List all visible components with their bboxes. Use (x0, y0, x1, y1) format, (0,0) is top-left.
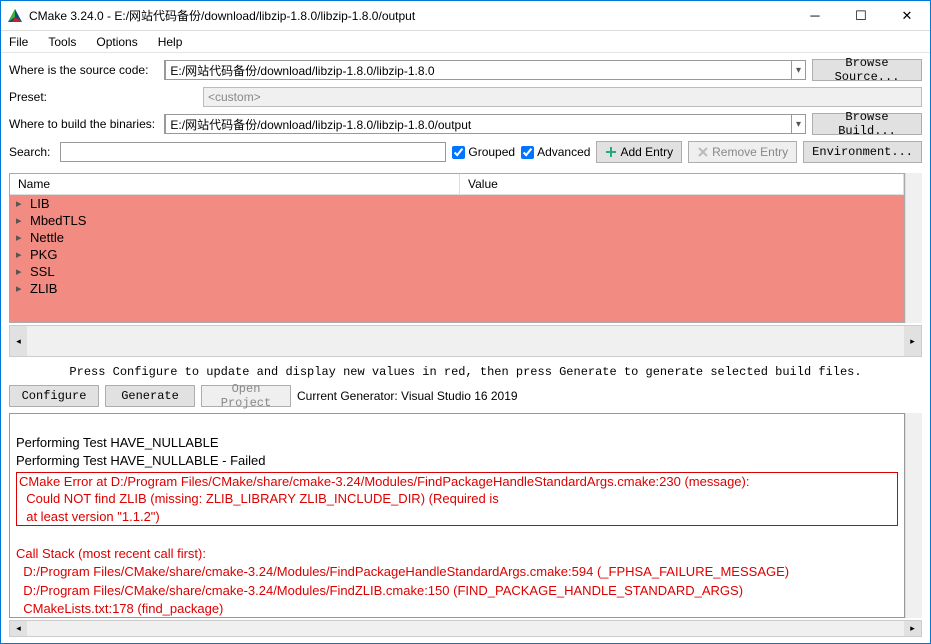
column-name[interactable]: Name (10, 174, 460, 194)
chevron-right-icon[interactable]: ▸ (16, 282, 30, 295)
chevron-right-icon[interactable]: ▸ (16, 265, 30, 278)
chevron-right-icon[interactable]: ▸ (16, 197, 30, 210)
menu-options[interactable]: Options (96, 35, 137, 49)
cache-horizontal-scrollbar[interactable]: ◂ ▸ (9, 325, 922, 357)
add-entry-button[interactable]: Add Entry (596, 141, 682, 163)
output-log[interactable]: Performing Test HAVE_NULLABLE Performing… (9, 413, 905, 618)
titlebar: CMake 3.24.0 - E:/网站代码备份/download/libzip… (1, 1, 930, 31)
output-vertical-scrollbar[interactable] (905, 413, 922, 618)
cache-table[interactable]: Name Value ▸LIB ▸MbedTLS ▸Nettle ▸PKG ▸S… (9, 173, 905, 323)
cmake-app-icon (7, 8, 23, 24)
search-input[interactable] (60, 142, 446, 162)
log-line: Call Stack (most recent call first): (16, 546, 206, 561)
maximize-button[interactable]: ☐ (838, 1, 884, 31)
scroll-right-icon[interactable]: ▸ (904, 326, 921, 356)
chevron-right-icon[interactable]: ▸ (16, 248, 30, 261)
scroll-right-icon[interactable]: ▸ (904, 621, 921, 636)
log-line: CMakeLists.txt:178 (find_package) (16, 601, 223, 616)
cache-header: Name Value (10, 174, 904, 195)
close-button[interactable]: ✕ (884, 1, 930, 31)
log-line: at least version "1.1.2") (19, 509, 160, 524)
menu-tools[interactable]: Tools (48, 35, 76, 49)
menu-help[interactable]: Help (158, 35, 183, 49)
preset-combo[interactable] (203, 87, 922, 107)
menubar: File Tools Options Help (1, 31, 930, 53)
search-label: Search: (9, 145, 50, 159)
source-input[interactable] (165, 60, 792, 80)
x-icon (697, 146, 709, 158)
browse-build-button[interactable]: Browse Build... (812, 113, 922, 135)
scroll-left-icon[interactable]: ◂ (10, 621, 27, 636)
cache-group[interactable]: ▸MbedTLS (10, 212, 904, 229)
cache-vertical-scrollbar[interactable] (905, 173, 922, 323)
output-horizontal-scrollbar[interactable]: ◂ ▸ (9, 620, 922, 637)
build-label: Where to build the binaries: (9, 117, 158, 131)
source-combo[interactable]: ▾ (164, 60, 806, 80)
scroll-left-icon[interactable]: ◂ (10, 326, 27, 356)
source-label: Where is the source code: (9, 63, 158, 77)
source-dropdown-icon[interactable]: ▾ (792, 65, 805, 76)
remove-entry-button: Remove Entry (688, 141, 797, 163)
window-title: CMake 3.24.0 - E:/网站代码备份/download/libzip… (29, 7, 792, 24)
current-generator-label: Current Generator: Visual Studio 16 2019 (297, 389, 518, 403)
generate-button[interactable]: Generate (105, 385, 195, 407)
advanced-checkbox[interactable]: Advanced (521, 145, 590, 159)
build-input[interactable] (165, 114, 792, 134)
cache-body[interactable]: ▸LIB ▸MbedTLS ▸Nettle ▸PKG ▸SSL ▸ZLIB (10, 195, 904, 322)
log-line: Performing Test HAVE_NULLABLE (16, 435, 219, 450)
configure-button[interactable]: Configure (9, 385, 99, 407)
log-line: Performing Test HAVE_NULLABLE - Failed (16, 453, 266, 468)
cache-group[interactable]: ▸PKG (10, 246, 904, 263)
minimize-button[interactable]: ─ (792, 1, 838, 31)
help-text: Press Configure to update and display ne… (1, 361, 930, 383)
log-line: Could NOT find ZLIB (missing: ZLIB_LIBRA… (19, 491, 499, 506)
cache-group[interactable]: ▸SSL (10, 263, 904, 280)
log-line: D:/Program Files/CMake/share/cmake-3.24/… (16, 564, 789, 579)
cache-group[interactable]: ▸ZLIB (10, 280, 904, 297)
open-project-button: Open Project (201, 385, 291, 407)
browse-source-button[interactable]: Browse Source... (812, 59, 922, 81)
preset-label: Preset: (9, 90, 197, 104)
cache-group[interactable]: ▸LIB (10, 195, 904, 212)
plus-icon (605, 146, 617, 158)
build-dropdown-icon[interactable]: ▾ (792, 119, 805, 130)
log-line: D:/Program Files/CMake/share/cmake-3.24/… (16, 583, 743, 598)
cache-group[interactable]: ▸Nettle (10, 229, 904, 246)
error-box: CMake Error at D:/Program Files/CMake/sh… (16, 472, 898, 527)
environment-button[interactable]: Environment... (803, 141, 922, 163)
build-combo[interactable]: ▾ (164, 114, 806, 134)
menu-file[interactable]: File (9, 35, 28, 49)
grouped-checkbox[interactable]: Grouped (452, 145, 515, 159)
chevron-right-icon[interactable]: ▸ (16, 214, 30, 227)
column-value[interactable]: Value (460, 174, 904, 194)
log-line: CMake Error at D:/Program Files/CMake/sh… (19, 474, 749, 489)
chevron-right-icon[interactable]: ▸ (16, 231, 30, 244)
